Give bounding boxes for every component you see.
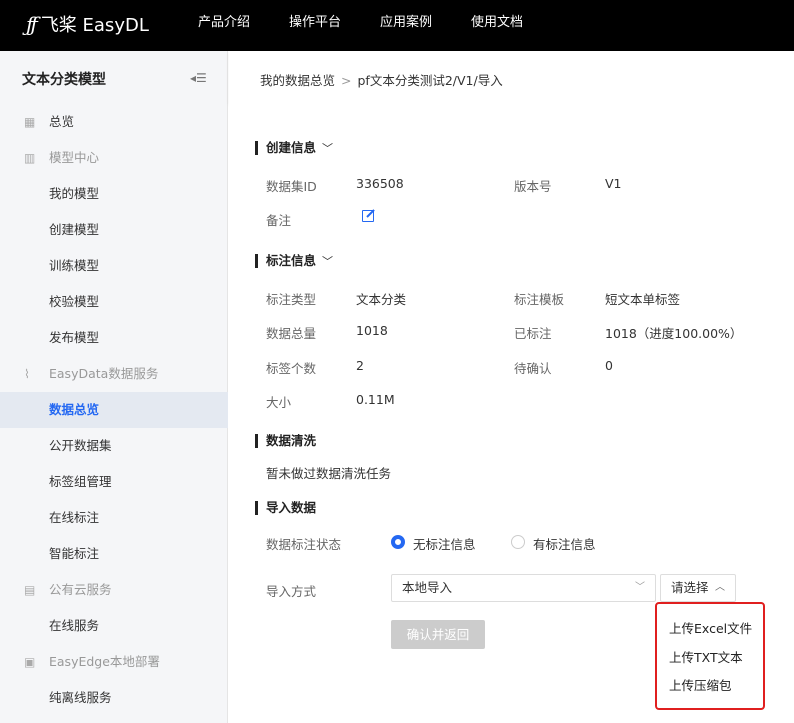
chip-icon: ▣ xyxy=(24,655,36,669)
chart-icon: ⌇ xyxy=(24,367,30,381)
nav-platform[interactable]: 操作平台 xyxy=(289,0,341,51)
sidebar-item-online-service[interactable]: 在线服务 xyxy=(0,608,228,644)
label-status-label: 数据标注状态 xyxy=(266,537,342,552)
logo-text: 飞桨 EasyDL xyxy=(40,15,149,36)
sidebar-item-label: 总览 xyxy=(49,114,75,129)
sidebar-item-label: EasyEdge本地部署 xyxy=(49,654,160,669)
label-type-value: 文本分类 xyxy=(356,292,407,307)
upload-type-dropdown: 上传Excel文件 上传TXT文本 上传压缩包 xyxy=(655,602,765,710)
cleaning-section-title: 数据清洗 xyxy=(255,434,316,448)
sidebar-item-label: EasyData数据服务 xyxy=(49,366,159,381)
sidebar-item-publish-model[interactable]: 发布模型 xyxy=(0,320,228,356)
create-info-section-title[interactable]: 创建信息 ﹀ xyxy=(255,141,333,156)
labeled-value: 1018（进度100.00%） xyxy=(605,326,743,341)
sidebar-item-public-datasets[interactable]: 公开数据集 xyxy=(0,428,228,464)
sidebar-item-online-labeling[interactable]: 在线标注 xyxy=(0,500,228,536)
upload-type-select[interactable]: 请选择 ︿ xyxy=(660,574,736,602)
paddle-logo-icon: ƒƒ xyxy=(26,12,38,36)
dataset-id-label: 数据集ID xyxy=(266,179,317,194)
size-value: 0.11M xyxy=(356,392,395,407)
sidebar-item-label: 公有云服务 xyxy=(49,582,112,597)
total-value: 1018 xyxy=(356,323,388,338)
sidebar-group-model-center[interactable]: ▥ 模型中心 xyxy=(0,140,228,176)
total-label: 数据总量 xyxy=(266,326,317,341)
chevron-down-icon: ﹀ xyxy=(322,142,334,155)
confirm-return-button[interactable]: 确认并返回 xyxy=(391,620,485,649)
main-content: 创建信息 ﹀ 数据集ID 336508 版本号 V1 备注 标注信息 ﹀ 标注类型 … xyxy=(229,103,794,723)
nav-docs[interactable]: 使用文档 xyxy=(471,0,523,51)
nav-product-intro[interactable]: 产品介绍 xyxy=(198,0,250,51)
size-label: 大小 xyxy=(266,395,292,410)
sidebar-group-public-cloud[interactable]: ▤ 公有云服务 xyxy=(0,572,228,608)
label-template-label: 标注模板 xyxy=(514,292,565,307)
tag-count-label: 标签个数 xyxy=(266,361,317,376)
sidebar-item-tag-groups[interactable]: 标签组管理 xyxy=(0,464,228,500)
chevron-down-icon: ﹀ xyxy=(635,582,645,593)
breadcrumb-root-link[interactable]: 我的数据总览 xyxy=(260,73,335,88)
sidebar-item-overview[interactable]: ▦ 总览 xyxy=(0,104,228,140)
sidebar-group-easydata[interactable]: ⌇ EasyData数据服务 xyxy=(0,356,228,392)
sidebar-item-create-model[interactable]: 创建模型 xyxy=(0,212,228,248)
edit-icon[interactable] xyxy=(362,210,374,222)
import-method-value: 本地导入 xyxy=(402,580,453,595)
tag-count-value: 2 xyxy=(356,358,364,373)
pending-value: 0 xyxy=(605,358,613,373)
building-icon: ▥ xyxy=(24,151,36,165)
label-type-label: 标注类型 xyxy=(266,292,317,307)
sidebar-item-data-overview[interactable]: 数据总览 xyxy=(0,392,228,428)
breadcrumb-current: pf文本分类测试2/V1/导入 xyxy=(357,73,503,88)
import-section-title: 导入数据 xyxy=(255,501,316,515)
nav-cases[interactable]: 应用案例 xyxy=(380,0,432,51)
breadcrumb-bar: 我的数据总览 > pf文本分类测试2/V1/导入 xyxy=(229,51,794,103)
collapse-menu-icon[interactable]: ◂☰ xyxy=(190,71,210,85)
chevron-up-icon: ︿ xyxy=(715,582,725,593)
cleaning-status-text: 暂未做过数据清洗任务 xyxy=(266,466,392,481)
note-label: 备注 xyxy=(266,213,292,228)
logo[interactable]: ƒƒ 飞桨 EasyDL xyxy=(26,12,149,36)
version-value: V1 xyxy=(605,176,622,191)
sidebar-group-easyedge[interactable]: ▣ EasyEdge本地部署 xyxy=(0,644,228,680)
breadcrumb-separator: > xyxy=(341,73,352,88)
sidebar-item-my-models[interactable]: 我的模型 xyxy=(0,176,228,212)
label-info-section-title[interactable]: 标注信息 ﹀ xyxy=(255,254,333,269)
version-label: 版本号 xyxy=(514,179,552,194)
dropdown-item-excel[interactable]: 上传Excel文件 xyxy=(669,618,752,637)
import-method-label: 导入方式 xyxy=(266,584,317,599)
sidebar-item-offline-service[interactable]: 纯离线服务 xyxy=(0,680,228,716)
sidebar-item-validate-model[interactable]: 校验模型 xyxy=(0,284,228,320)
dataset-id-value: 336508 xyxy=(356,176,404,191)
top-nav: 产品介绍 操作平台 应用案例 使用文档 xyxy=(198,0,562,51)
sidebar-item-train-model[interactable]: 训练模型 xyxy=(0,248,228,284)
chevron-down-icon: ﹀ xyxy=(322,255,334,268)
import-method-select[interactable]: 本地导入 ﹀ xyxy=(391,574,656,602)
section-title-text: 创建信息 xyxy=(266,140,317,155)
labeled-label: 已标注 xyxy=(514,326,552,341)
pending-label: 待确认 xyxy=(514,361,552,376)
sidebar-item-smart-labeling[interactable]: 智能标注 xyxy=(0,536,228,572)
grid-icon: ▦ xyxy=(24,115,36,129)
upload-type-value: 请选择 xyxy=(671,580,709,595)
server-icon: ▤ xyxy=(24,583,36,597)
breadcrumb: 我的数据总览 > pf文本分类测试2/V1/导入 xyxy=(260,70,503,89)
radio-labeled-label[interactable]: 有标注信息 xyxy=(533,534,596,553)
dropdown-item-zip[interactable]: 上传压缩包 xyxy=(669,675,732,694)
section-title-text: 标注信息 xyxy=(266,253,317,268)
radio-unlabeled[interactable] xyxy=(391,535,405,549)
top-navigation-bar: ƒƒ 飞桨 EasyDL 产品介绍 操作平台 应用案例 使用文档 xyxy=(0,0,794,51)
sidebar-item-label: 模型中心 xyxy=(49,150,100,165)
radio-unlabeled-label[interactable]: 无标注信息 xyxy=(413,534,476,553)
label-template-value: 短文本单标签 xyxy=(605,292,681,307)
dropdown-item-txt[interactable]: 上传TXT文本 xyxy=(669,647,743,666)
radio-labeled[interactable] xyxy=(511,535,525,549)
sidebar-title: 文本分类模型 xyxy=(22,72,106,88)
sidebar: 文本分类模型 ◂☰ ▦ 总览 ▥ 模型中心 我的模型 创建模型 训练模型 校验模… xyxy=(0,51,228,723)
